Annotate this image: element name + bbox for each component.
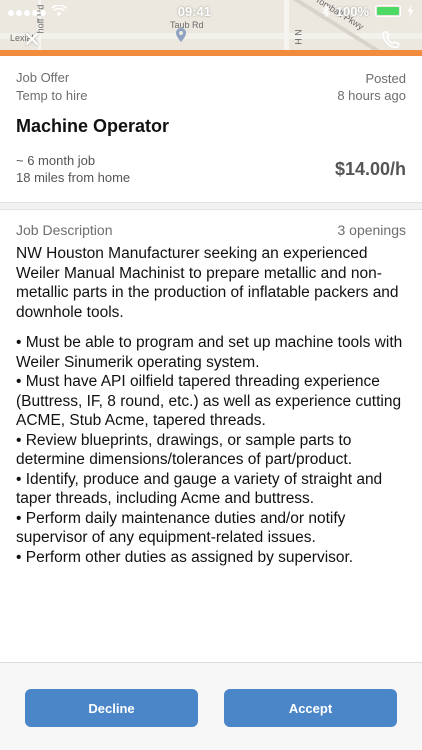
description-header: Job Description 3 openings <box>16 222 406 238</box>
posted-label: Posted <box>365 71 406 86</box>
job-title: Machine Operator <box>16 116 170 136</box>
list-item: • Must have API oilfield tapered threadi… <box>16 373 402 429</box>
signal-dots <box>8 4 48 19</box>
offer-details-row: ~ 6 month job 18 miles from home $14.00/… <box>16 152 406 186</box>
bluetooth-icon <box>322 5 330 17</box>
offer-header: Job Offer Temp to hire Posted 8 hours ag… <box>16 70 406 104</box>
job-details: ~ 6 month job 18 miles from home <box>16 152 130 186</box>
list-item: • Review blueprints, drawings, or sample… <box>16 431 353 469</box>
section-divider <box>0 202 422 210</box>
map-label: N H <box>292 29 303 45</box>
decline-button[interactable]: Decline <box>25 689 198 727</box>
posted-time: 8 hours ago <box>337 88 406 103</box>
description-heading: Job Description <box>16 222 113 238</box>
battery-icon <box>375 5 401 17</box>
openings-count: 3 openings <box>337 222 406 238</box>
requirements-list: • Must be able to program and set up mac… <box>16 333 406 567</box>
close-icon[interactable]: ✕ <box>22 29 42 51</box>
list-item: • Perform daily maintenance duties and/o… <box>16 509 346 547</box>
map-pin-icon <box>176 28 186 42</box>
phone-icon[interactable] <box>380 30 402 50</box>
pay-rate: $14.00/h <box>334 158 406 179</box>
status-bar: 09:41 100% <box>0 0 422 22</box>
battery-percent: 100% <box>335 3 369 19</box>
job-description[interactable]: Job Description 3 openings NW Houston Ma… <box>0 210 422 662</box>
wifi-icon <box>51 5 67 16</box>
job-offer-card: Job Offer Temp to hire Posted 8 hours ag… <box>0 56 422 202</box>
offer-meta: Job Offer Temp to hire <box>16 70 88 104</box>
job-duration: ~ 6 month job <box>16 153 96 168</box>
description-intro: NW Houston Manufacturer seeking an exper… <box>16 245 399 321</box>
action-bar: Decline Accept <box>0 662 422 750</box>
offer-type: Temp to hire <box>16 88 88 103</box>
charging-icon <box>407 5 414 17</box>
accept-button[interactable]: Accept <box>224 689 397 727</box>
status-right: 100% <box>322 4 414 19</box>
offer-label: Job Offer <box>16 70 70 85</box>
status-time: 09:41 <box>177 3 211 19</box>
job-distance: 18 miles from home <box>16 170 131 185</box>
list-item: • Identify, produce and gauge a variety … <box>16 470 383 508</box>
signal-area <box>8 4 67 19</box>
list-item: • Perform other duties as assigned by su… <box>16 548 354 566</box>
list-item: • Must be able to program and set up mac… <box>16 334 403 371</box>
posted-info: Posted 8 hours ago <box>337 70 406 104</box>
